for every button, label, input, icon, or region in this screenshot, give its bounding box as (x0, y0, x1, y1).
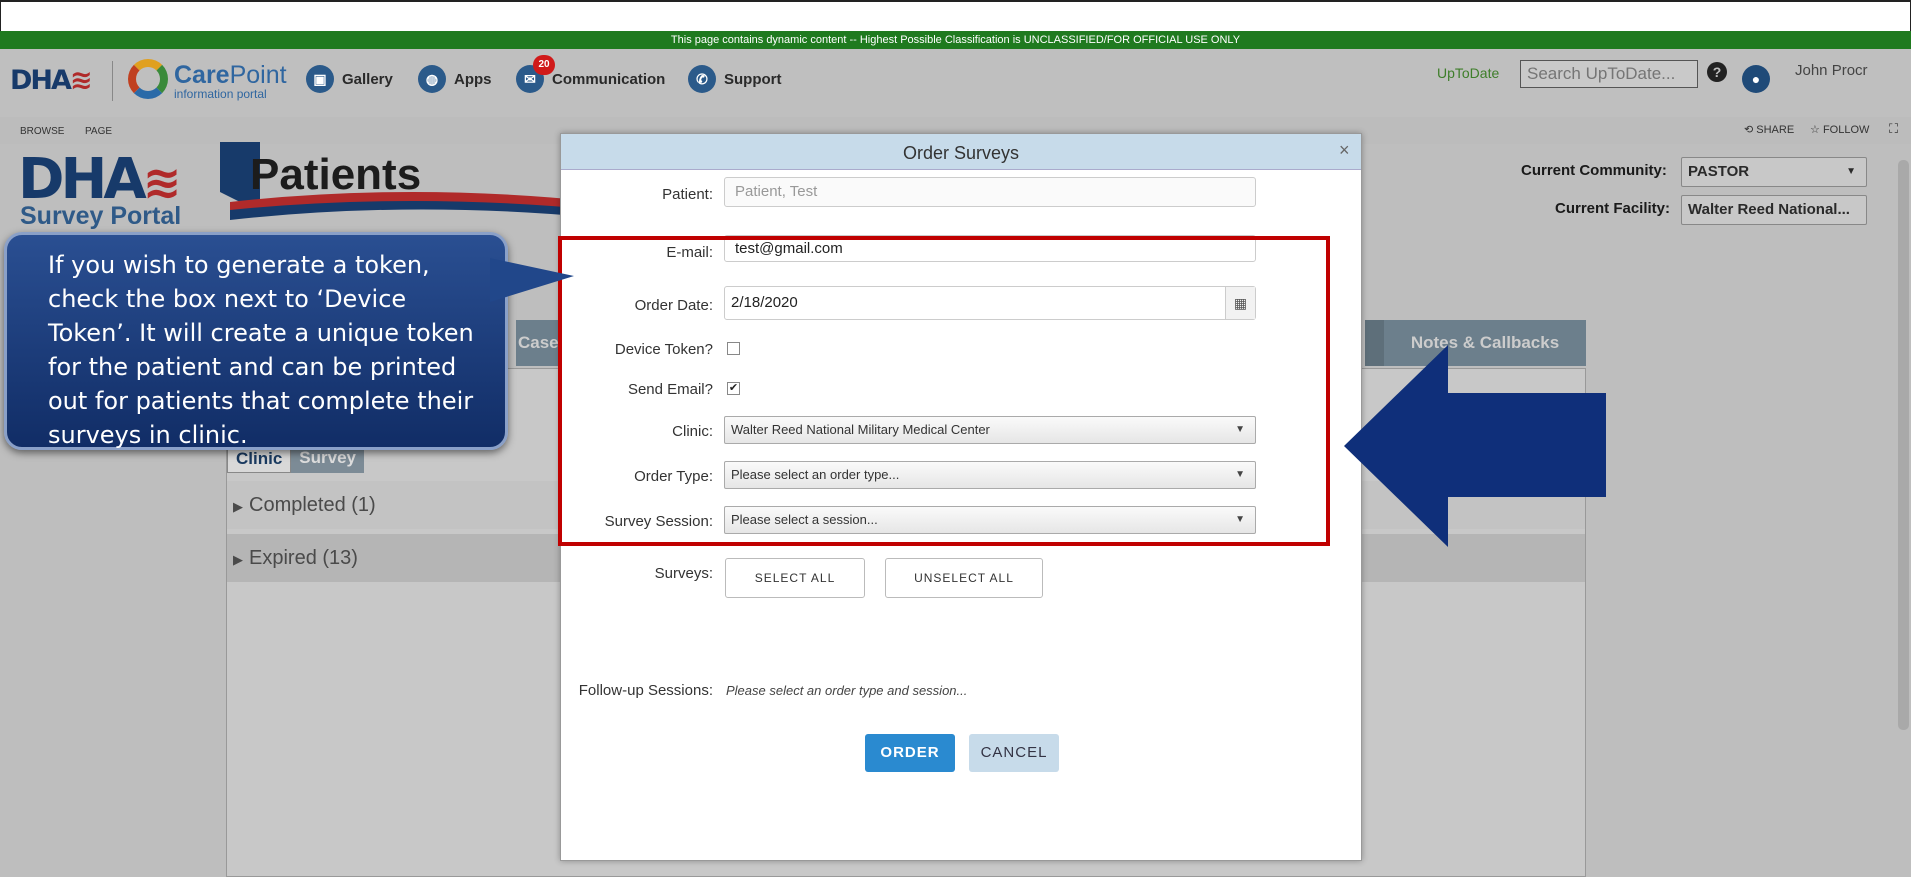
surveys-label: Surveys: (654, 565, 713, 582)
nav-apps-label: Apps (454, 70, 492, 88)
callout-pointer (490, 258, 574, 302)
order-button[interactable]: ORDER (865, 734, 955, 772)
carepoint-logo-icon[interactable] (128, 59, 168, 99)
dialog-header: Order Surveys × (561, 134, 1361, 170)
header-divider (112, 61, 113, 101)
nav-gallery-label: Gallery (342, 70, 393, 88)
top-margin (0, 0, 1911, 31)
user-name[interactable]: John Procr (1795, 62, 1868, 79)
current-facility-select[interactable]: Walter Reed National... (1681, 195, 1867, 225)
pointer-arrow-icon (1344, 345, 1606, 547)
dha-logo-text: DHA (10, 65, 72, 96)
page-title: Patients (250, 150, 422, 199)
patient-field: Patient, Test (724, 177, 1256, 207)
community-value: PASTOR (1688, 163, 1750, 180)
carepoint-brand[interactable]: CarePoint (174, 61, 287, 90)
expired-label: Expired (13) (249, 547, 358, 569)
dha-header-logo[interactable]: DHA≋ (10, 65, 93, 96)
chevron-down-icon: ▼ (1846, 166, 1856, 177)
nav-communication-label: Communication (552, 70, 666, 88)
follow-button[interactable]: ☆ FOLLOW (1810, 123, 1869, 136)
classification-banner: This page contains dynamic content -- Hi… (0, 31, 1911, 49)
focus-mode-icon[interactable]: ⛶ (1889, 121, 1898, 137)
carepoint-header: DHA≋ CarePoint information portal ▣ Gall… (0, 49, 1911, 117)
nav-apps[interactable]: ◍ Apps (418, 64, 492, 94)
caret-right-icon: ▶ (233, 552, 243, 567)
dialog-title: Order Surveys (902, 143, 1020, 163)
unselect-all-button[interactable]: UNSELECT ALL (885, 558, 1043, 598)
star-icon: ☆ (1810, 124, 1820, 136)
phone-icon: ✆ (688, 65, 716, 93)
gallery-icon: ▣ (306, 65, 334, 93)
globe-icon: ◍ (418, 65, 446, 93)
close-icon[interactable]: × (1339, 140, 1350, 161)
patients-banner: Patients (220, 142, 600, 220)
share-label: SHARE (1756, 124, 1795, 136)
share-icon: ⟲ (1744, 124, 1754, 136)
callout-text: If you wish to generate a token, check t… (48, 251, 474, 449)
cancel-button[interactable]: CANCEL (969, 734, 1059, 772)
user-avatar-icon[interactable]: ● (1742, 65, 1770, 93)
completed-label: Completed (1) (249, 494, 376, 516)
flag-stripes-icon-large: ≋ (142, 155, 181, 209)
highlight-frame (558, 236, 1330, 546)
nav-communication[interactable]: ✉ 20 Communication (516, 55, 666, 94)
nav-gallery[interactable]: ▣ Gallery (306, 64, 393, 94)
ribbon-page-tab[interactable]: PAGE (85, 126, 112, 137)
current-facility-label: Current Facility: (1555, 200, 1671, 217)
survey-portal-name: Survey Portal (20, 202, 182, 230)
select-all-button[interactable]: SELECT ALL (725, 558, 865, 598)
page-scrollbar[interactable] (1898, 160, 1909, 730)
flag-stripes-icon: ≋ (69, 65, 93, 96)
uptodate-search-input[interactable] (1520, 60, 1698, 88)
brand-care: Care (174, 61, 230, 89)
current-community-label: Current Community: (1521, 162, 1667, 179)
followup-sessions-value: Please select an order type and session.… (726, 683, 968, 698)
notification-badge: 20 (533, 55, 555, 75)
current-community-select[interactable]: PASTOR ▼ (1681, 157, 1867, 187)
brand-point: Point (229, 61, 287, 89)
patient-label: Patient: (662, 186, 713, 203)
follow-label: FOLLOW (1822, 124, 1870, 136)
caret-right-icon: ▶ (233, 499, 243, 514)
help-icon[interactable]: ? (1707, 62, 1727, 82)
carepoint-subtitle: information portal (174, 87, 267, 101)
instruction-callout: If you wish to generate a token, check t… (4, 232, 508, 450)
share-button[interactable]: ⟲ SHARE (1744, 123, 1794, 136)
uptodate-logo[interactable]: UpToDate (1437, 65, 1499, 81)
followup-sessions-label: Follow-up Sessions: (578, 682, 713, 699)
chat-icon: ✉ 20 (516, 55, 555, 93)
ribbon-browse-tab[interactable]: BROWSE (20, 126, 64, 137)
screen: This page contains dynamic content -- Hi… (0, 0, 1911, 877)
nav-support-label: Support (724, 70, 782, 88)
nav-support[interactable]: ✆ Support (688, 64, 782, 94)
